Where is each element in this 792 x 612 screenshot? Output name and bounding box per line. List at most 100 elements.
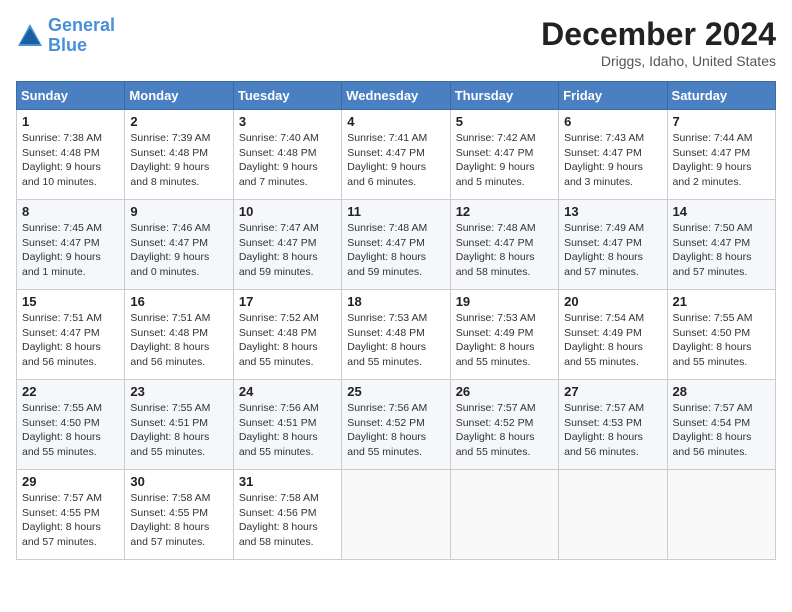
calendar-cell: 5 Sunrise: 7:42 AMSunset: 4:47 PMDaylight… [450,110,558,200]
week-row-4: 22Sunrise: 7:55 AMSunset: 4:50 PMDayligh… [17,380,776,470]
month-title: December 2024 [541,16,776,53]
day-number: 29 [22,474,119,489]
calendar-cell [450,470,558,560]
calendar-cell: 27Sunrise: 7:57 AMSunset: 4:53 PMDayligh… [559,380,667,470]
day-info: Sunrise: 7:56 AMSunset: 4:52 PMDaylight:… [347,401,444,460]
weekday-header-friday: Friday [559,82,667,110]
day-number: 20 [564,294,661,309]
day-info: Sunrise: 7:51 AMSunset: 4:48 PMDaylight:… [130,311,227,370]
day-info: Sunrise: 7:46 AMSunset: 4:47 PMDaylight:… [130,221,227,280]
day-info: Sunrise: 7:58 AMSunset: 4:56 PMDaylight:… [239,491,336,550]
calendar-cell: 29 Sunrise: 7:57 AMSunset: 4:55 PMDayligh… [17,470,125,560]
calendar-cell: 18Sunrise: 7:53 AMSunset: 4:48 PMDayligh… [342,290,450,380]
calendar-cell: 21 Sunrise: 7:55 AMSunset: 4:50 PMDayligh… [667,290,775,380]
day-info: Sunrise: 7:56 AMSunset: 4:51 PMDaylight:… [239,401,336,460]
day-number: 15 [22,294,119,309]
day-number: 19 [456,294,553,309]
calendar-cell: 19 Sunrise: 7:53 AMSunset: 4:49 PMDayligh… [450,290,558,380]
calendar-body: 1Sunrise: 7:38 AMSunset: 4:48 PMDaylight… [17,110,776,560]
day-info: Sunrise: 7:55 AMSunset: 4:50 PMDaylight:… [673,311,770,370]
day-number: 4 [347,114,444,129]
day-info: Sunrise: 7:45 AMSunset: 4:47 PMDaylight:… [22,221,119,280]
location: Driggs, Idaho, United States [541,53,776,69]
calendar-cell: 13 Sunrise: 7:49 AMSunset: 4:47 PMDayligh… [559,200,667,290]
week-row-5: 29 Sunrise: 7:57 AMSunset: 4:55 PMDayligh… [17,470,776,560]
title-block: December 2024 Driggs, Idaho, United Stat… [541,16,776,69]
day-info: Sunrise: 7:42 AMSunset: 4:47 PMDaylight:… [456,131,553,190]
day-info: Sunrise: 7:53 AMSunset: 4:48 PMDaylight:… [347,311,444,370]
day-info: Sunrise: 7:43 AMSunset: 4:47 PMDaylight:… [564,131,661,190]
logo-icon [16,22,44,50]
day-info: Sunrise: 7:48 AMSunset: 4:47 PMDaylight:… [456,221,553,280]
day-number: 24 [239,384,336,399]
day-number: 11 [347,204,444,219]
day-number: 21 [673,294,770,309]
calendar-cell: 3Sunrise: 7:40 AMSunset: 4:48 PMDaylight… [233,110,341,200]
day-number: 31 [239,474,336,489]
day-number: 22 [22,384,119,399]
calendar-cell: 28 Sunrise: 7:57 AMSunset: 4:54 PMDayligh… [667,380,775,470]
day-number: 5 [456,114,553,129]
calendar-cell: 10Sunrise: 7:47 AMSunset: 4:47 PMDayligh… [233,200,341,290]
day-number: 16 [130,294,227,309]
calendar-cell: 17 Sunrise: 7:52 AMSunset: 4:48 PMDayligh… [233,290,341,380]
day-info: Sunrise: 7:55 AMSunset: 4:51 PMDaylight:… [130,401,227,460]
calendar-cell: 4Sunrise: 7:41 AMSunset: 4:47 PMDaylight… [342,110,450,200]
calendar-cell: 31 Sunrise: 7:58 AMSunset: 4:56 PMDayligh… [233,470,341,560]
day-info: Sunrise: 7:39 AMSunset: 4:48 PMDaylight:… [130,131,227,190]
weekday-header-saturday: Saturday [667,82,775,110]
day-info: Sunrise: 7:44 AMSunset: 4:47 PMDaylight:… [673,131,770,190]
calendar-cell: 20 Sunrise: 7:54 AMSunset: 4:49 PMDayligh… [559,290,667,380]
day-info: Sunrise: 7:57 AMSunset: 4:55 PMDaylight:… [22,491,119,550]
day-info: Sunrise: 7:58 AMSunset: 4:55 PMDaylight:… [130,491,227,550]
day-number: 28 [673,384,770,399]
day-number: 12 [456,204,553,219]
calendar-cell: 12 Sunrise: 7:48 AMSunset: 4:47 PMDayligh… [450,200,558,290]
page-header: General Blue December 2024 Driggs, Idaho… [16,16,776,69]
day-number: 13 [564,204,661,219]
calendar-cell: 25 Sunrise: 7:56 AMSunset: 4:52 PMDayligh… [342,380,450,470]
day-number: 25 [347,384,444,399]
calendar-cell: 8 Sunrise: 7:45 AMSunset: 4:47 PMDaylight… [17,200,125,290]
weekday-header-row: SundayMondayTuesdayWednesdayThursdayFrid… [17,82,776,110]
calendar-cell: 23 Sunrise: 7:55 AMSunset: 4:51 PMDayligh… [125,380,233,470]
day-number: 2 [130,114,227,129]
calendar-cell [342,470,450,560]
day-number: 17 [239,294,336,309]
calendar-cell: 7 Sunrise: 7:44 AMSunset: 4:47 PMDaylight… [667,110,775,200]
calendar-table: SundayMondayTuesdayWednesdayThursdayFrid… [16,81,776,560]
day-info: Sunrise: 7:50 AMSunset: 4:47 PMDaylight:… [673,221,770,280]
calendar-cell: 11 Sunrise: 7:48 AMSunset: 4:47 PMDayligh… [342,200,450,290]
day-number: 14 [673,204,770,219]
calendar-cell: 1Sunrise: 7:38 AMSunset: 4:48 PMDaylight… [17,110,125,200]
calendar-cell: 15Sunrise: 7:51 AMSunset: 4:47 PMDayligh… [17,290,125,380]
day-info: Sunrise: 7:38 AMSunset: 4:48 PMDaylight:… [22,131,119,190]
calendar-cell: 9Sunrise: 7:46 AMSunset: 4:47 PMDaylight… [125,200,233,290]
day-number: 6 [564,114,661,129]
day-number: 8 [22,204,119,219]
day-number: 26 [456,384,553,399]
day-info: Sunrise: 7:54 AMSunset: 4:49 PMDaylight:… [564,311,661,370]
day-number: 30 [130,474,227,489]
weekday-header-tuesday: Tuesday [233,82,341,110]
day-info: Sunrise: 7:53 AMSunset: 4:49 PMDaylight:… [456,311,553,370]
logo-text: General Blue [48,16,115,56]
day-number: 7 [673,114,770,129]
day-info: Sunrise: 7:57 AMSunset: 4:53 PMDaylight:… [564,401,661,460]
week-row-3: 15Sunrise: 7:51 AMSunset: 4:47 PMDayligh… [17,290,776,380]
day-info: Sunrise: 7:48 AMSunset: 4:47 PMDaylight:… [347,221,444,280]
calendar-cell: 2 Sunrise: 7:39 AMSunset: 4:48 PMDaylight… [125,110,233,200]
day-info: Sunrise: 7:40 AMSunset: 4:48 PMDaylight:… [239,131,336,190]
calendar-cell [667,470,775,560]
weekday-header-thursday: Thursday [450,82,558,110]
day-info: Sunrise: 7:52 AMSunset: 4:48 PMDaylight:… [239,311,336,370]
week-row-2: 8 Sunrise: 7:45 AMSunset: 4:47 PMDaylight… [17,200,776,290]
calendar-cell: 16 Sunrise: 7:51 AMSunset: 4:48 PMDayligh… [125,290,233,380]
weekday-header-sunday: Sunday [17,82,125,110]
calendar-cell: 24 Sunrise: 7:56 AMSunset: 4:51 PMDayligh… [233,380,341,470]
day-info: Sunrise: 7:49 AMSunset: 4:47 PMDaylight:… [564,221,661,280]
calendar-cell: 6 Sunrise: 7:43 AMSunset: 4:47 PMDaylight… [559,110,667,200]
calendar-cell: 26Sunrise: 7:57 AMSunset: 4:52 PMDayligh… [450,380,558,470]
day-number: 23 [130,384,227,399]
day-info: Sunrise: 7:57 AMSunset: 4:54 PMDaylight:… [673,401,770,460]
